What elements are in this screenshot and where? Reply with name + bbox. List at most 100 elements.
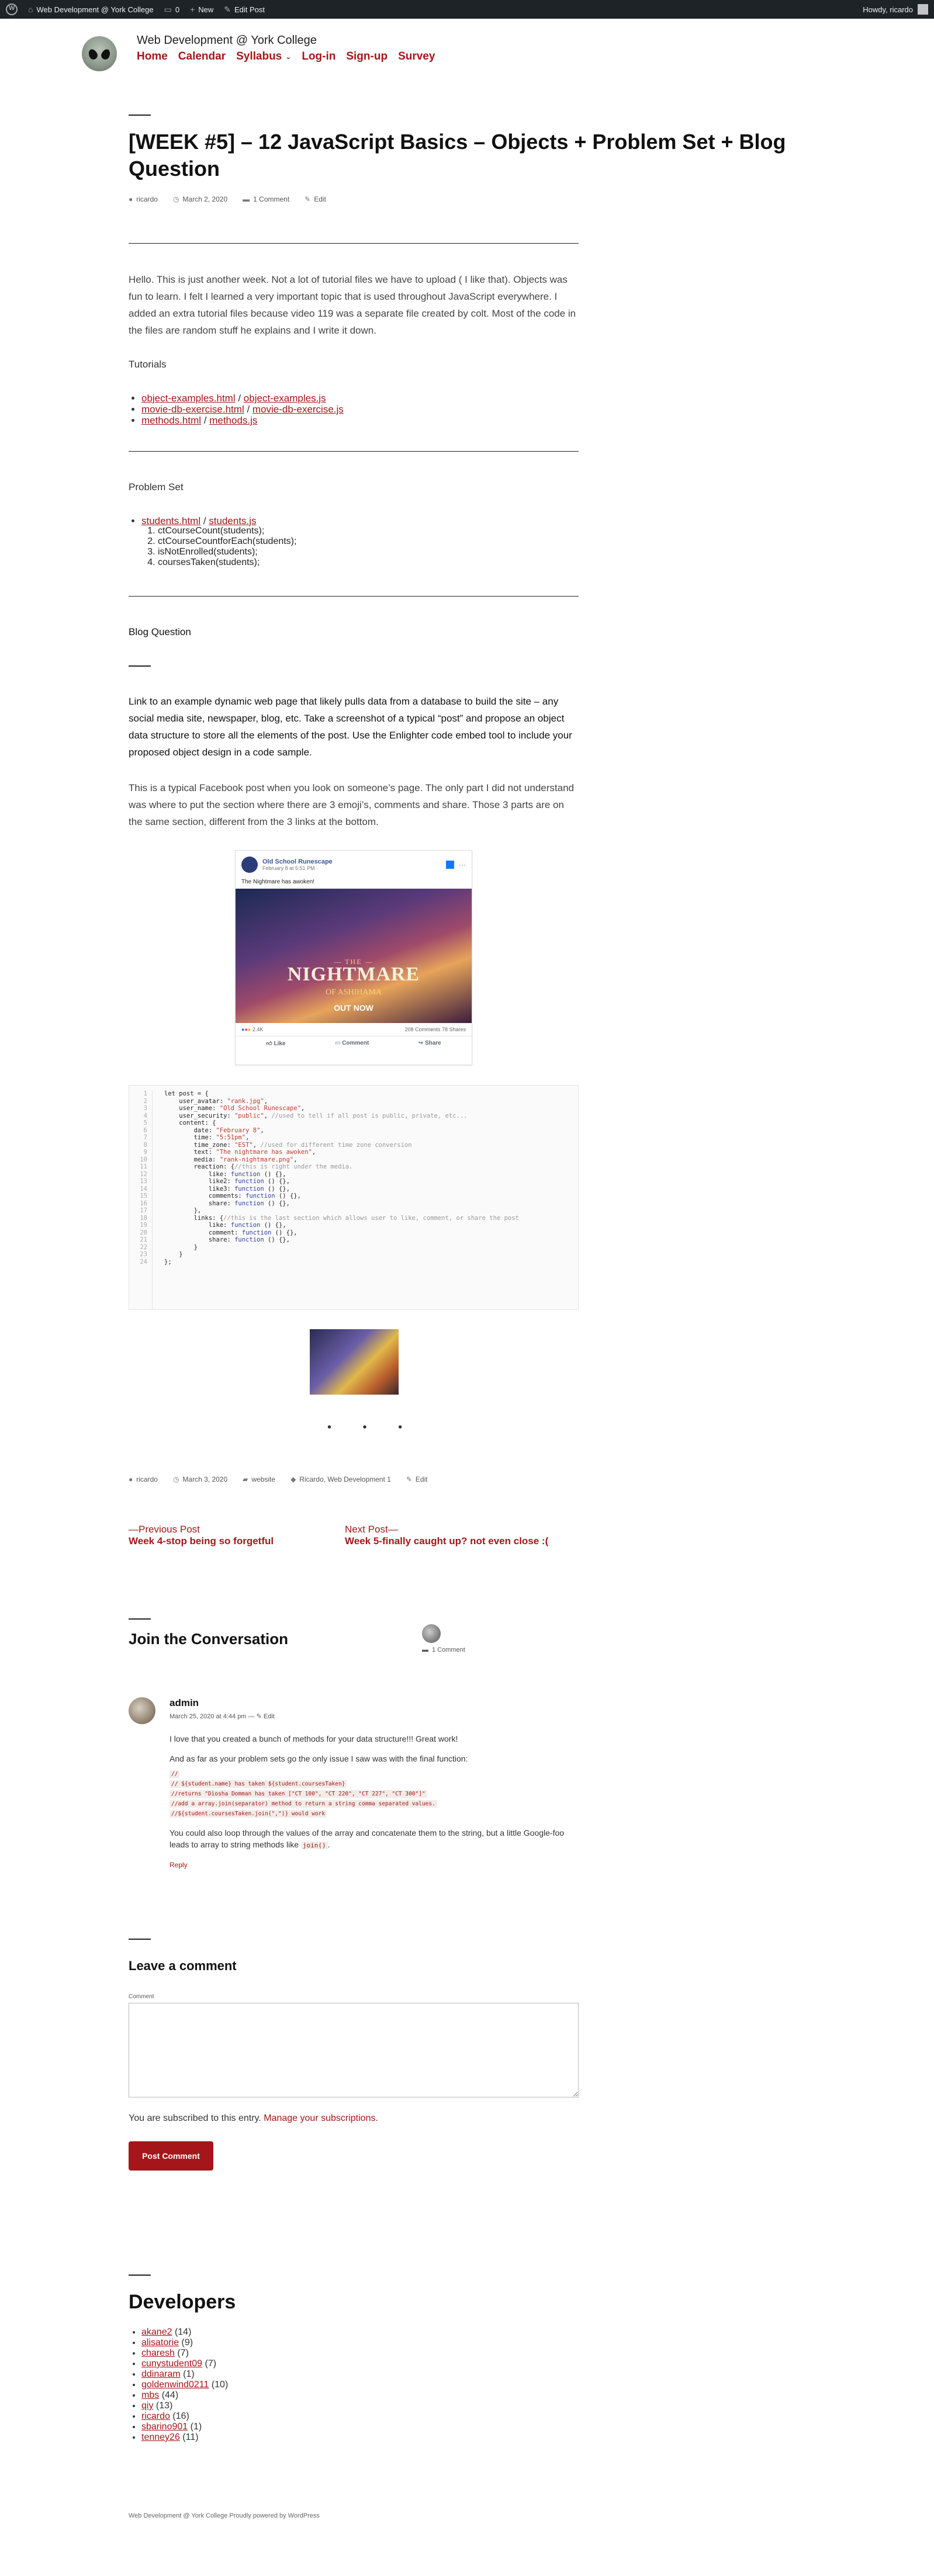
user-icon: ●	[129, 195, 133, 203]
save-icon	[446, 861, 454, 869]
post-date[interactable]: March 3, 2020	[182, 1475, 227, 1483]
post-author[interactable]: ricardo	[136, 195, 158, 203]
problem-set-link[interactable]: students.js	[209, 515, 256, 526]
code-line: content: {	[164, 1119, 216, 1126]
admin-bar-site-name[interactable]: ⌂ Web Development @ York College	[28, 5, 154, 14]
line-number: 24	[140, 1258, 147, 1266]
code-line: user_security: "public", //used to tell …	[164, 1112, 468, 1119]
developer-link[interactable]: ddinaram	[141, 2369, 181, 2379]
line-number: 10	[140, 1156, 147, 1163]
nav-home[interactable]: Home	[137, 50, 168, 63]
code-line: date: "February 8",	[164, 1126, 264, 1134]
tutorial-link[interactable]: movie-db-exercise.js	[252, 404, 344, 415]
post-edit-link[interactable]: Edit	[314, 195, 326, 203]
list-item: isNotEnrolled(students);	[158, 547, 296, 557]
code-block[interactable]: 1 2 3 4 5 6 7 8 9 10 11 12 13 14 15 16 17 18 19 20 21 22 23 24 …	[129, 1085, 579, 1310]
line-numbers: 1 2 3 4 5 6 7 8 9 10 11 12 13 14 15 16 17 18 19 20 21 22 23 24	[129, 1090, 153, 1309]
clock-icon: ◷	[172, 195, 179, 203]
thumbs-up-icon: 👍︎	[266, 1041, 272, 1047]
reply-link[interactable]: Reply	[169, 1861, 579, 1869]
avatar	[129, 1697, 155, 1724]
line-number: 22	[140, 1243, 147, 1251]
title-rule	[129, 115, 151, 116]
comment-text: I love that you created a bunch of metho…	[169, 1734, 458, 1743]
developer-link[interactable]: goldenwind0211	[141, 2380, 209, 2390]
nav-signup[interactable]: Sign-up	[346, 50, 388, 63]
post-category[interactable]: website	[251, 1475, 275, 1483]
facebook-post-screenshot: Old School Runescape February 8 at 5:51 …	[235, 850, 472, 1065]
nav-survey[interactable]: Survey	[398, 50, 435, 63]
share-icon: ↪	[418, 1040, 424, 1046]
developer-link[interactable]: ricardo	[141, 2411, 170, 2421]
problem-set-link[interactable]: students.html	[141, 515, 200, 526]
line-number: 12	[140, 1170, 147, 1178]
developer-link[interactable]: alisatorie	[141, 2338, 179, 2348]
tutorial-link[interactable]: methods.js	[209, 415, 257, 426]
code-line: },	[164, 1207, 202, 1214]
admin-bar: ⌂Web Development @ York College ▭0 +New …	[0, 0, 934, 19]
nav-syllabus[interactable]: Syllabus ⌄	[236, 50, 291, 63]
comment-date[interactable]: March 25, 2020 at 4:44 pm	[169, 1713, 246, 1720]
more-icon: ···	[459, 861, 466, 869]
admin-bar-account[interactable]: Howdy, ricardo	[863, 4, 928, 15]
pencil-icon: ✎	[224, 4, 231, 14]
post-tags[interactable]: Ricardo, Web Development 1	[299, 1475, 391, 1483]
tutorial-link[interactable]: movie-db-exercise.html	[141, 404, 244, 415]
list-item: qiy (13)	[141, 2401, 228, 2411]
avatar	[422, 1624, 441, 1643]
developer-link[interactable]: sbarino901	[141, 2422, 188, 2432]
post-comment-button[interactable]: Post Comment	[129, 2141, 213, 2171]
developer-link[interactable]: charesh	[141, 2348, 175, 2358]
next-post-link[interactable]: Next Post— Week 5-finally caught up? not…	[345, 1524, 548, 1547]
developers-heading: Developers	[129, 2291, 236, 2313]
post-date[interactable]: March 2, 2020	[182, 195, 227, 203]
admin-bar-edit-post[interactable]: ✎ Edit Post	[224, 5, 265, 15]
fb-actions: 👍︎ Like ▭ Comment ↪ Share	[236, 1036, 472, 1050]
post-comments-link[interactable]: 1 Comment	[253, 195, 289, 203]
admin-bar-new[interactable]: + New	[190, 5, 213, 14]
developer-link[interactable]: mbs	[141, 2390, 159, 2400]
developer-link[interactable]: qiy	[141, 2401, 153, 2411]
line-number: 7	[143, 1134, 147, 1141]
code-line: share: function () {},	[164, 1199, 290, 1207]
wordpress-icon	[6, 4, 18, 15]
nav-login[interactable]: Log-in	[302, 50, 335, 63]
developer-link[interactable]: tenney26	[141, 2432, 180, 2442]
fb-page-name: Old School Runescape	[262, 858, 333, 865]
wow-reaction-icon: ●	[247, 1027, 251, 1032]
wp-logo-menu[interactable]	[6, 4, 18, 15]
primary-nav: Home Calendar Syllabus ⌄ Log-in Sign-up S…	[137, 50, 435, 63]
site-title[interactable]: Web Development @ York College	[137, 34, 317, 47]
previous-post-link[interactable]: —Previous Post Week 4-stop being so forg…	[129, 1524, 286, 1547]
code-line: time: "5:51pm",	[164, 1134, 250, 1141]
comment-edit-link[interactable]: Edit	[264, 1713, 275, 1720]
tutorial-link[interactable]: methods.html	[141, 415, 201, 426]
comment-textarea[interactable]	[129, 2003, 579, 2097]
post-author[interactable]: ricardo	[136, 1475, 158, 1483]
manage-subscriptions-link[interactable]: Manage your subscriptions	[264, 2113, 375, 2123]
nav-calendar[interactable]: Calendar	[178, 50, 226, 63]
list-item: alisatorie (9)	[141, 2338, 228, 2348]
chevron-down-icon: ⌄	[285, 53, 292, 61]
line-number: 6	[143, 1126, 147, 1134]
comment-count-link[interactable]: 1 Comment	[432, 1646, 465, 1653]
tutorial-link[interactable]: object-examples.html	[141, 393, 236, 404]
comment-icon: ▭	[334, 1040, 341, 1046]
list-item: ctCourseCount(students);	[158, 526, 296, 536]
admin-bar-comments[interactable]: ▭ 0	[164, 5, 179, 15]
line-number: 5	[143, 1119, 147, 1126]
code-line: user_avatar: "rank.jpg",	[164, 1097, 268, 1105]
developer-link[interactable]: akane2	[141, 2327, 172, 2337]
developer-link[interactable]: cunystudent09	[141, 2359, 202, 2369]
list-item: object-examples.html / object-examples.j…	[141, 393, 344, 404]
divider	[129, 2275, 151, 2276]
site-header: Web Development @ York College Home Cale…	[82, 34, 608, 75]
pencil-icon: ✎	[256, 1713, 262, 1720]
list-item: mbs (44)	[141, 2390, 228, 2401]
fb-like: 👍︎ Like	[266, 1041, 286, 1047]
post-edit-link[interactable]: Edit	[416, 1475, 428, 1483]
tutorial-link[interactable]: object-examples.js	[244, 393, 326, 404]
post-meta: ● ricardo ◷ March 2, 2020 ▬ 1 Comment ✎ Edit	[129, 195, 326, 203]
site-logo[interactable]	[82, 36, 117, 71]
fb-header: Old School Runescape February 8 at 5:51 …	[236, 851, 472, 879]
